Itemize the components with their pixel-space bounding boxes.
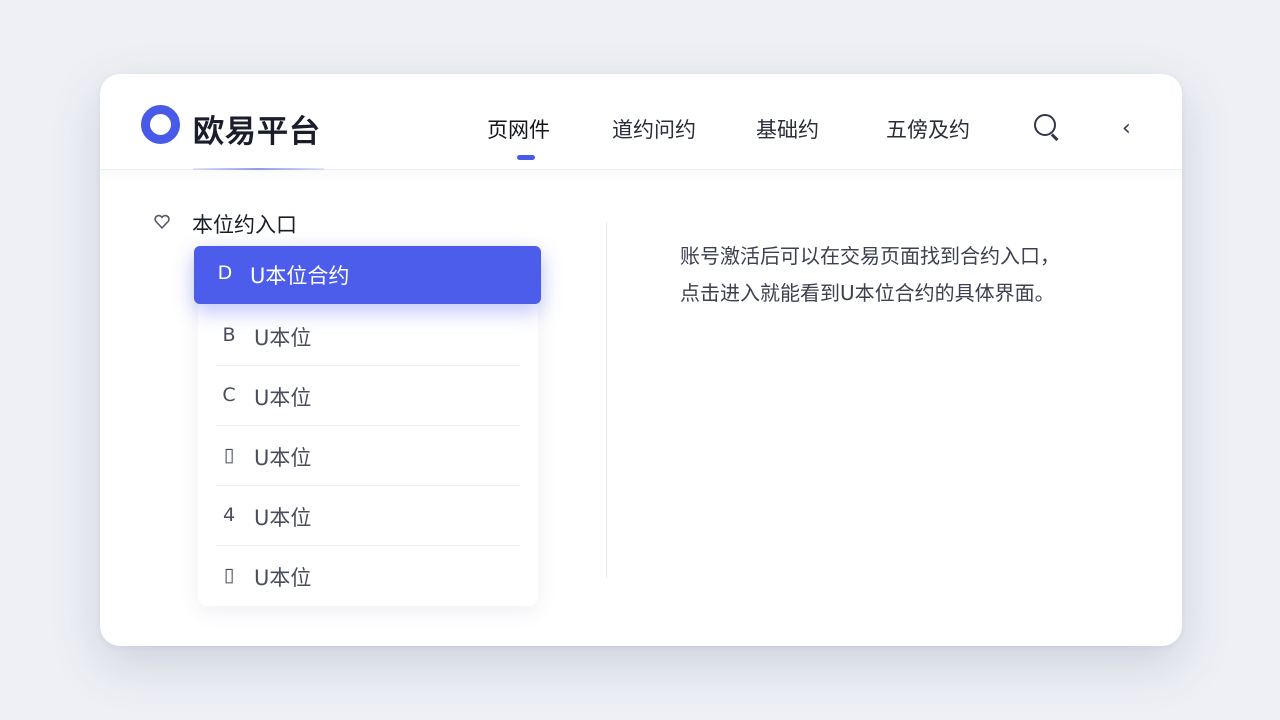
- box-icon: ▯: [223, 564, 235, 586]
- list-item[interactable]: 4 U本位: [198, 486, 538, 546]
- logo-icon: [141, 105, 180, 144]
- main-card: 欧易平台 页网件 道约问约 基础约 五傍及约 ‹ 本位约入口 D U本位合约 B…: [100, 74, 1182, 646]
- box-icon: ▯: [223, 444, 235, 466]
- list-item[interactable]: B U本位: [198, 306, 538, 366]
- list-item-label: U本位: [254, 326, 312, 350]
- tab-home[interactable]: 页网件: [487, 114, 550, 144]
- list-item-label: U本位: [254, 446, 312, 470]
- list-item-label: U本位: [254, 386, 312, 410]
- number-icon: 4: [222, 504, 236, 526]
- list-item-label: U本位: [254, 506, 312, 530]
- list-item[interactable]: ▯ U本位: [198, 546, 538, 606]
- brand-name: 欧易平台: [193, 114, 321, 150]
- description-line: 账号激活后可以在交易页面找到合约入口，: [680, 244, 1060, 268]
- play-icon: D: [217, 262, 233, 284]
- list-item-label: U本位: [254, 566, 312, 590]
- tab-more[interactable]: 五傍及约: [886, 114, 970, 144]
- description-line: 点击进入就能看到U本位合约的具体界面。: [680, 281, 1055, 305]
- tab-basics[interactable]: 基础约: [756, 114, 819, 144]
- active-tab-indicator: [517, 155, 535, 160]
- list-item-u-contract[interactable]: D U本位合约: [194, 246, 541, 304]
- vertical-divider: [606, 222, 607, 578]
- refresh-icon: C: [222, 384, 236, 406]
- tab-contracts[interactable]: 道约问约: [612, 114, 696, 144]
- description-text: 账号激活后可以在交易页面找到合约入口， 点击进入就能看到U本位合约的具体界面。: [680, 238, 1150, 312]
- list-item[interactable]: ▯ U本位: [198, 426, 538, 486]
- section-title: 本位约入口: [192, 213, 297, 237]
- search-icon[interactable]: [1034, 114, 1060, 142]
- chevron-left-icon[interactable]: ‹: [1122, 116, 1131, 141]
- brand-underline: [193, 168, 324, 170]
- list-item[interactable]: C U本位: [198, 366, 538, 426]
- heart-icon: [154, 214, 170, 229]
- doc-icon: B: [222, 324, 236, 346]
- top-header: 欧易平台 页网件 道约问约 基础约 五傍及约 ‹: [100, 74, 1182, 170]
- list-item-label: U本位合约: [250, 264, 350, 288]
